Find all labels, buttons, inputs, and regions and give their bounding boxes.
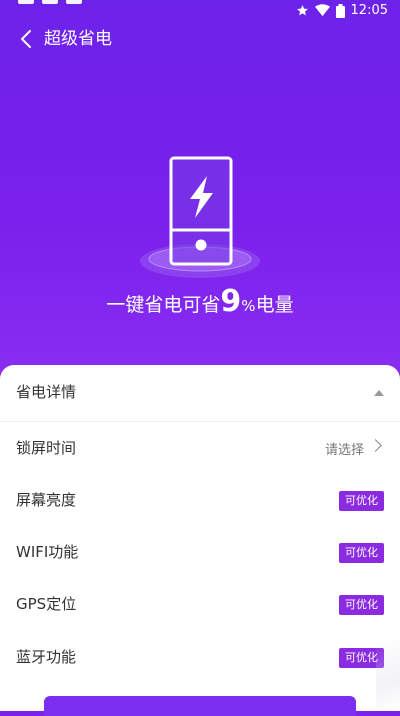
status-indicator — [66, 0, 82, 4]
savings-prefix: 一键省电可省 — [106, 294, 221, 316]
savings-text: 一键省电可省9%电量 — [0, 282, 400, 326]
optimize-badge[interactable]: 可优化 — [339, 595, 384, 615]
status-indicator — [42, 0, 58, 4]
row-lock-screen-time[interactable]: 锁屏时间 请选择 — [0, 423, 400, 475]
back-button[interactable] — [14, 26, 38, 52]
row-label: 屏幕亮度 — [16, 491, 77, 509]
details-header[interactable]: 省电详情 — [0, 365, 400, 422]
chevron-left-icon — [21, 30, 31, 48]
page-title: 超级省电 — [44, 29, 112, 49]
decorative-stripe — [376, 640, 400, 711]
savings-suffix: 电量 — [255, 294, 294, 316]
row-label: GPS定位 — [16, 595, 77, 613]
row-label: WIFI功能 — [16, 543, 79, 561]
star-icon — [296, 5, 308, 16]
optimize-badge[interactable]: 可优化 — [339, 491, 384, 511]
phone-battery-bolt-icon — [135, 150, 265, 290]
battery-icon — [335, 3, 345, 18]
row-screen-brightness: 屏幕亮度 可优化 — [0, 475, 400, 527]
triangle-up-icon[interactable] — [374, 390, 384, 396]
row-label: 蓝牙功能 — [16, 648, 77, 666]
details-title: 省电详情 — [16, 383, 77, 401]
row-gps: GPS定位 可优化 — [0, 579, 400, 631]
app-header: 超级省电 — [0, 24, 400, 54]
row-label: 锁屏时间 — [16, 439, 77, 457]
details-sheet: 省电详情 锁屏时间 请选择 屏幕亮度 可优化 WIFI功能 可优化 GPS定位 … — [0, 365, 400, 711]
row-bluetooth: 蓝牙功能 可优化 — [0, 632, 400, 684]
status-bar: 12:05 — [0, 0, 400, 24]
row-select-value[interactable]: 请选择 — [325, 439, 364, 458]
optimize-badge[interactable]: 可优化 — [339, 543, 384, 563]
status-left-indicators — [18, 0, 82, 4]
savings-unit: % — [241, 297, 256, 315]
savings-value: 9 — [220, 284, 242, 319]
status-indicator — [18, 0, 34, 4]
optimize-action-button[interactable] — [44, 696, 356, 716]
status-right: 12:05 — [296, 3, 388, 18]
status-time: 12:05 — [350, 3, 388, 18]
wifi-icon — [314, 4, 330, 17]
chevron-right-icon[interactable] — [369, 439, 382, 452]
row-wifi: WIFI功能 可优化 — [0, 527, 400, 579]
